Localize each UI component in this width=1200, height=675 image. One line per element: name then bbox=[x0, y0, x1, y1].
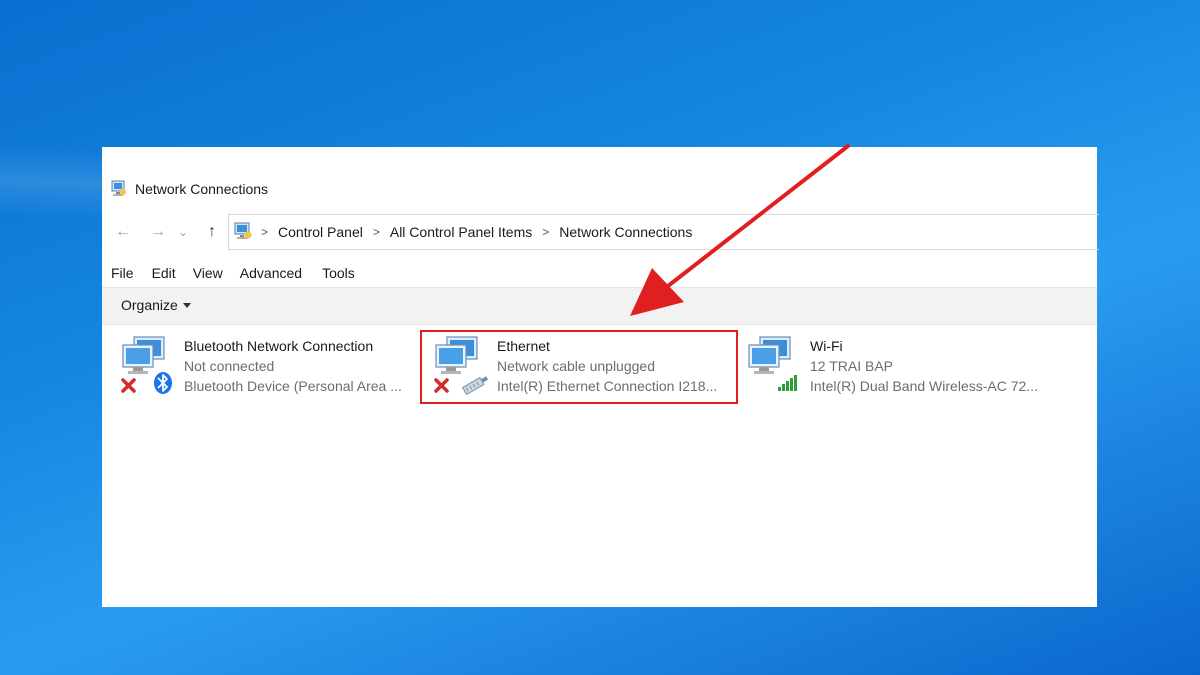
command-bar: Organize bbox=[102, 287, 1097, 325]
connection-name: Bluetooth Network Connection bbox=[184, 338, 374, 354]
recent-locations-button[interactable]: ⌄ bbox=[176, 222, 190, 242]
disconnected-x-icon bbox=[121, 378, 136, 393]
bluetooth-network-icon bbox=[121, 336, 172, 394]
menu-bar: File Edit View Advanced Tools bbox=[111, 265, 373, 281]
connection-device: Intel(R) Dual Band Wireless-AC 72... bbox=[810, 378, 1038, 394]
organize-label: Organize bbox=[121, 297, 178, 313]
connection-item-wifi[interactable]: Wi-Fi 12 TRAI BAP Intel(R) Dual Band Wir… bbox=[746, 332, 1066, 404]
breadcrumb-control-panel[interactable]: Control Panel bbox=[278, 224, 363, 240]
connection-status: 12 TRAI BAP bbox=[810, 358, 894, 374]
forward-button[interactable]: → bbox=[148, 222, 168, 242]
up-button[interactable]: ↑ bbox=[202, 222, 222, 242]
connection-device: Bluetooth Device (Personal Area ... bbox=[184, 378, 402, 394]
title-bar: Network Connections bbox=[102, 177, 268, 201]
address-bar[interactable]: > Control Panel > All Control Panel Item… bbox=[228, 214, 1099, 250]
back-button[interactable]: ← bbox=[113, 222, 133, 242]
dropdown-caret-icon bbox=[182, 302, 191, 308]
connection-item-bluetooth[interactable]: Bluetooth Network Connection Not connect… bbox=[120, 332, 440, 404]
network-connections-window: Network Connections ← → ⌄ ↑ > Control Pa… bbox=[102, 147, 1099, 607]
menu-advanced[interactable]: Advanced bbox=[240, 265, 302, 281]
back-arrow-icon: ← bbox=[115, 223, 131, 240]
menu-file[interactable]: File bbox=[111, 265, 134, 281]
connection-status: Not connected bbox=[184, 358, 275, 374]
breadcrumb-network-connections[interactable]: Network Connections bbox=[559, 224, 692, 240]
connection-text: Wi-Fi 12 TRAI BAP Intel(R) Dual Band Wir… bbox=[810, 336, 1038, 396]
organize-button[interactable]: Organize bbox=[121, 297, 191, 313]
navigation-row: ← → ⌄ ↑ > Control Panel > All Control Pa… bbox=[102, 214, 1099, 250]
signal-bars-icon bbox=[778, 375, 797, 391]
up-arrow-icon: ↑ bbox=[208, 223, 216, 240]
network-connections-icon bbox=[111, 180, 126, 196]
menu-view[interactable]: View bbox=[193, 265, 223, 281]
wifi-network-icon bbox=[748, 336, 797, 391]
connection-text: Bluetooth Network Connection Not connect… bbox=[184, 336, 402, 396]
menu-edit[interactable]: Edit bbox=[152, 265, 176, 281]
window-title: Network Connections bbox=[135, 181, 269, 197]
chevron-down-icon: ⌄ bbox=[177, 225, 189, 239]
ethernet-highlight-box bbox=[420, 330, 738, 404]
bluetooth-icon bbox=[154, 372, 172, 394]
breadcrumb-all-control-panel-items[interactable]: All Control Panel Items bbox=[390, 224, 532, 240]
control-panel-icon bbox=[234, 222, 252, 239]
forward-arrow-icon: → bbox=[150, 223, 166, 240]
connection-name: Wi-Fi bbox=[810, 338, 843, 354]
menu-tools[interactable]: Tools bbox=[322, 265, 355, 281]
breadcrumb-separator: > bbox=[372, 225, 380, 239]
breadcrumb-separator: > bbox=[542, 225, 550, 239]
breadcrumb-separator: > bbox=[261, 225, 269, 239]
